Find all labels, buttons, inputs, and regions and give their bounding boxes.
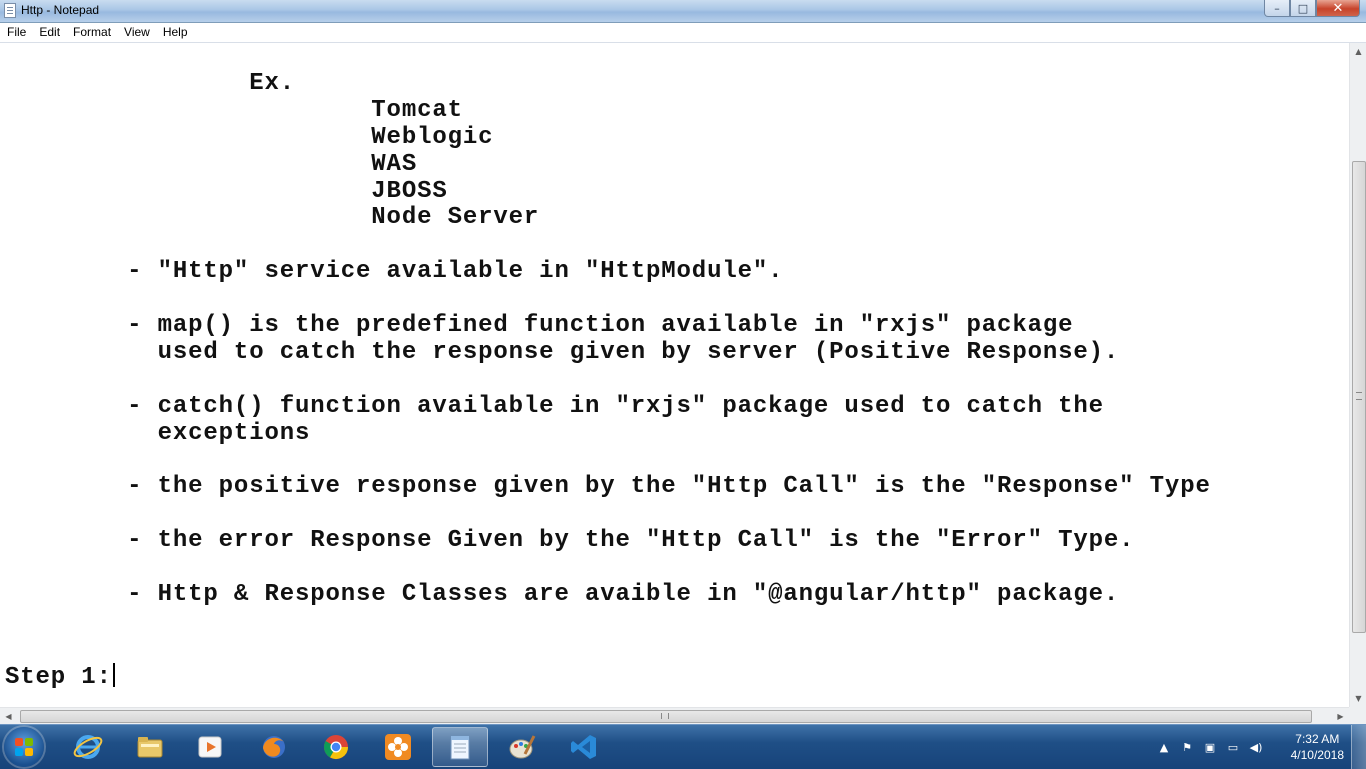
vertical-scroll-thumb[interactable]	[1352, 161, 1366, 633]
taskbar-media-player[interactable]	[182, 727, 238, 767]
clock-time: 7:32 AM	[1295, 732, 1340, 746]
maximize-icon: □	[1297, 1, 1309, 15]
text-line	[5, 367, 1211, 394]
taskbar-internet-explorer[interactable]	[60, 727, 116, 767]
taskbar-file-explorer[interactable]	[122, 727, 178, 767]
internet-explorer-icon	[73, 732, 103, 762]
menu-file[interactable]: File	[0, 23, 32, 42]
firefox-icon	[259, 732, 289, 762]
title-bar[interactable]: Http - Notepad – □ ✕	[0, 0, 1366, 23]
menu-edit[interactable]: Edit	[32, 23, 66, 42]
text-line: - the error Response Given by the "Http …	[5, 527, 1135, 555]
taskbar-paint[interactable]	[494, 727, 550, 767]
menu-view[interactable]: View	[117, 23, 156, 42]
last-line-text: Step 1:	[5, 663, 112, 691]
notepad-icon	[445, 732, 475, 762]
text-line: - Http & Response Classes are avaible in…	[5, 580, 1120, 608]
text-line: Node Server	[5, 204, 540, 232]
size-grip[interactable]	[1349, 707, 1366, 724]
scroll-down-arrow-icon[interactable]: ▼	[1350, 690, 1366, 707]
text-line: - map() is the predefined function avail…	[5, 312, 1074, 340]
taskbar-orange-flower-app[interactable]	[370, 727, 426, 767]
show-desktop-button[interactable]	[1351, 725, 1366, 769]
vertical-scrollbar[interactable]: ▲ ▼	[1349, 43, 1366, 707]
text-line	[5, 286, 1211, 313]
windows-logo-icon	[15, 738, 33, 756]
taskbar-notepad[interactable]	[432, 727, 488, 767]
clock-date: 4/10/2018	[1290, 748, 1344, 762]
grip-icon	[661, 713, 669, 719]
text-line: - "Http" service available in "HttpModul…	[5, 258, 784, 286]
device-icon[interactable]: ▣	[1202, 739, 1218, 755]
media-player-icon	[195, 732, 225, 762]
text-line	[5, 555, 1211, 582]
text-line	[5, 232, 1211, 259]
text-line: JBOSS	[5, 177, 448, 205]
taskbar-chrome[interactable]	[308, 727, 364, 767]
taskbar: ▲ ⚑ ▣ ▭ ◀) 7:32 AM 4/10/2018	[0, 724, 1366, 769]
minimize-button[interactable]: –	[1264, 0, 1290, 17]
text-line	[5, 609, 1211, 636]
text-line-last: Step 1:	[5, 662, 1211, 691]
system-tray: ▲ ⚑ ▣ ▭ ◀) 7:32 AM 4/10/2018	[1156, 725, 1366, 769]
close-icon: ✕	[1332, 0, 1344, 16]
scroll-right-arrow-icon[interactable]: ▶	[1332, 708, 1349, 724]
horizontal-scroll-thumb[interactable]	[20, 710, 1312, 723]
text-editor-area[interactable]: Ex. Tomcat Weblogic WAS JBOSS Node Serve…	[0, 43, 1349, 707]
start-button[interactable]	[4, 727, 44, 767]
scroll-left-arrow-icon[interactable]: ◀	[0, 708, 17, 724]
grip-icon	[1356, 392, 1362, 400]
document-text[interactable]: Ex. Tomcat Weblogic WAS JBOSS Node Serve…	[5, 70, 1211, 691]
horizontal-scrollbar[interactable]: ◀ ▶	[0, 707, 1349, 724]
window-controls: – □ ✕	[1264, 0, 1360, 18]
maximize-button[interactable]: □	[1290, 0, 1316, 17]
menu-bar: File Edit Format View Help	[0, 23, 1366, 43]
text-line	[5, 636, 1211, 663]
taskbar-firefox[interactable]	[246, 727, 302, 767]
chrome-icon	[321, 732, 351, 762]
visual-studio-code-icon	[569, 732, 599, 762]
minimize-icon: –	[1274, 1, 1280, 15]
text-line: WAS	[5, 150, 418, 178]
volume-icon[interactable]: ◀)	[1248, 739, 1264, 755]
paint-icon	[507, 732, 537, 762]
text-line: exceptions	[5, 419, 311, 447]
text-line: Weblogic	[5, 123, 494, 151]
menu-help[interactable]: Help	[156, 23, 194, 42]
close-button[interactable]: ✕	[1316, 0, 1360, 17]
window-title: Http - Notepad	[21, 3, 100, 17]
orange-flower-app-icon	[383, 732, 413, 762]
taskbar-clock[interactable]: 7:32 AM 4/10/2018	[1291, 731, 1344, 763]
text-caret	[112, 662, 115, 687]
text-line: Tomcat	[5, 96, 463, 124]
file-explorer-icon	[135, 732, 165, 762]
text-line: - the positive response given by the "Ht…	[5, 473, 1211, 501]
text-line: - catch() function available in "rxjs" p…	[5, 392, 1104, 420]
scroll-up-arrow-icon[interactable]: ▲	[1350, 43, 1366, 60]
text-line	[5, 447, 1211, 474]
taskbar-visual-studio-code[interactable]	[556, 727, 612, 767]
text-line: used to catch the response given by serv…	[5, 338, 1120, 366]
notepad-app-icon[interactable]	[4, 3, 16, 18]
network-icon[interactable]: ▭	[1225, 739, 1241, 755]
text-line: Ex.	[5, 70, 295, 97]
text-line	[5, 501, 1211, 528]
show-hidden-icons-icon[interactable]: ▲	[1156, 739, 1172, 755]
menu-format[interactable]: Format	[66, 23, 117, 42]
action-center-flag-icon[interactable]: ⚑	[1179, 739, 1195, 755]
